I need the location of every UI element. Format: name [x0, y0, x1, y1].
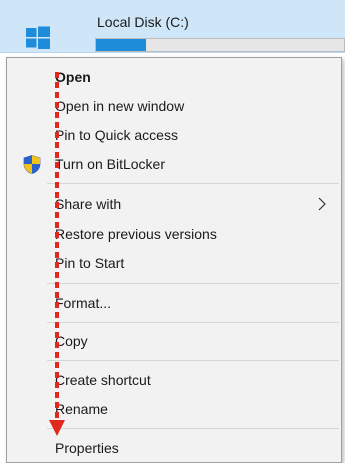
menu-item-label: Properties	[55, 440, 119, 456]
windows-logo-icon	[26, 26, 50, 49]
drive-title: Local Disk (C:)	[97, 14, 189, 30]
menu-item-format[interactable]: Format...	[7, 290, 341, 316]
menu-separator	[47, 183, 339, 184]
menu-item-properties[interactable]: Properties	[7, 435, 341, 461]
menu-item-label: Pin to Quick access	[55, 127, 178, 143]
menu-item-copy[interactable]: Copy	[7, 328, 341, 354]
context-menu: Open Open in new window Pin to Quick acc…	[6, 57, 342, 463]
menu-separator	[47, 428, 339, 429]
menu-item-label: Turn on BitLocker	[55, 156, 165, 172]
menu-item-pin-to-start[interactable]: Pin to Start	[7, 250, 341, 276]
menu-item-label: Share with	[55, 196, 122, 212]
menu-item-pin-quick-access[interactable]: Pin to Quick access	[7, 122, 341, 148]
chevron-right-icon	[318, 197, 326, 211]
menu-item-share-with[interactable]: Share with	[7, 191, 341, 217]
menu-item-label: Open	[55, 69, 91, 85]
menu-item-label: Rename	[55, 401, 108, 417]
menu-item-turn-on-bitlocker[interactable]: Turn on BitLocker	[7, 151, 341, 177]
menu-item-label: Pin to Start	[55, 255, 125, 271]
menu-item-rename[interactable]: Rename	[7, 396, 341, 422]
menu-item-label: Restore previous versions	[55, 226, 217, 242]
screen: Local Disk (C:) Open Open in new window …	[0, 0, 345, 463]
menu-item-label: Create shortcut	[55, 372, 151, 388]
menu-item-create-shortcut[interactable]: Create shortcut	[7, 367, 341, 393]
menu-separator	[47, 322, 339, 323]
shield-icon	[23, 155, 41, 174]
drive-capacity-fill	[96, 39, 146, 51]
menu-item-label: Format...	[55, 295, 112, 311]
menu-separator	[47, 360, 339, 361]
menu-item-label: Copy	[55, 333, 88, 349]
drive-capacity-bar	[95, 38, 345, 52]
menu-item-open-new-window[interactable]: Open in new window	[7, 93, 341, 119]
menu-item-restore-previous-versions[interactable]: Restore previous versions	[7, 221, 341, 247]
menu-separator	[47, 283, 339, 284]
menu-item-label: Open in new window	[55, 98, 185, 114]
menu-item-open[interactable]: Open	[7, 64, 341, 90]
drive-tile[interactable]: Local Disk (C:)	[0, 0, 345, 53]
